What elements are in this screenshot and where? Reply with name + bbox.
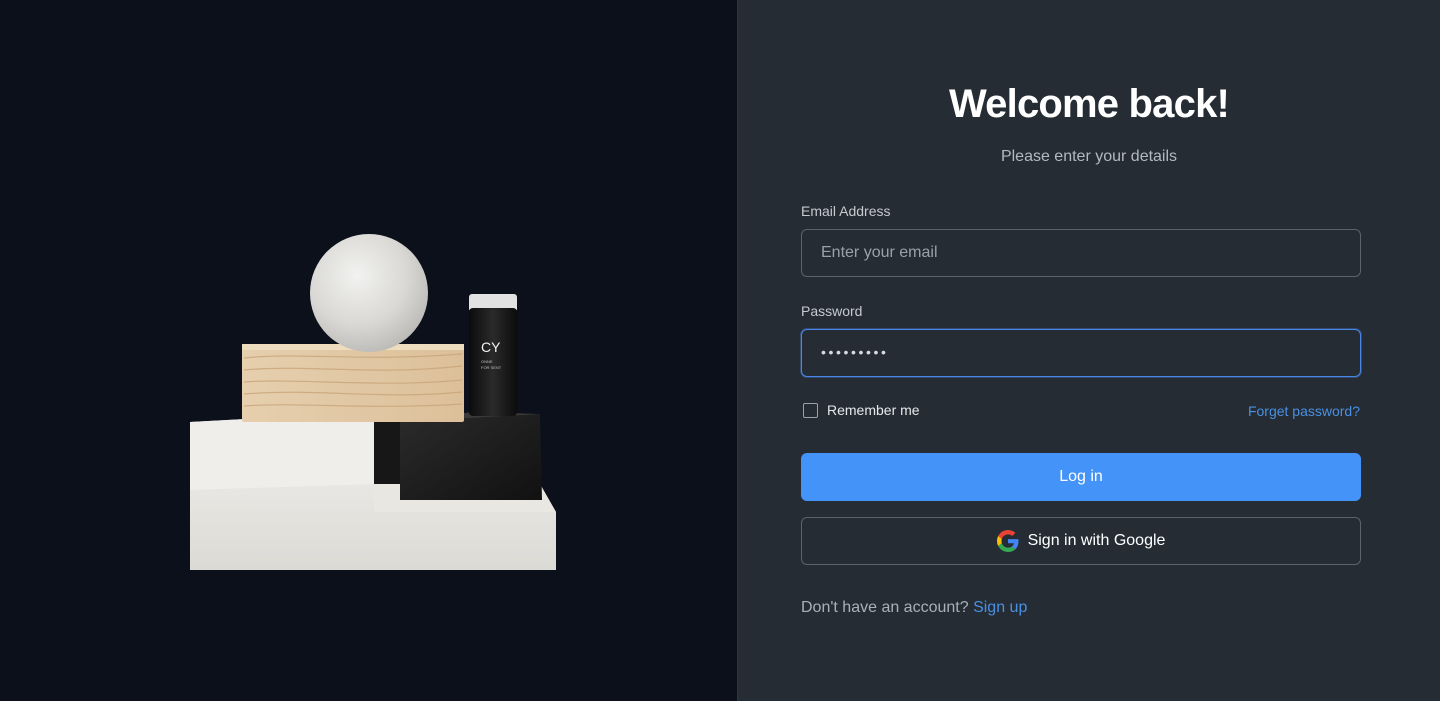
login-page: CY ONNE FOR SENT Welcome back! Please en… — [0, 0, 1440, 701]
page-subtitle: Please enter your details — [1000, 148, 1178, 165]
signup-row: Don't have an account? Sign up — [801, 599, 1027, 617]
bottle-small-text-1: ONNE — [481, 359, 493, 364]
forgot-password-link[interactable]: Forget password? — [1248, 403, 1360, 419]
bottle-brand-text: CY — [481, 339, 501, 355]
email-label: Email Address — [801, 203, 891, 219]
google-icon — [996, 530, 1019, 552]
google-button-label: Sign in with Google — [1027, 532, 1166, 549]
checkbox-icon[interactable] — [803, 402, 818, 418]
email-input[interactable] — [801, 229, 1361, 277]
page-title: Welcome back! — [948, 82, 1230, 126]
bottle-small-text-2: FOR SENT — [481, 365, 502, 370]
hero-panel: CY ONNE FOR SENT — [0, 0, 737, 701]
google-signin-button[interactable]: Sign in with Google — [801, 517, 1361, 565]
login-button[interactable]: Log in — [801, 453, 1361, 501]
password-label: Password — [801, 303, 863, 319]
password-input[interactable] — [801, 329, 1361, 377]
product-sculpture-image: CY ONNE FOR SENT — [190, 234, 556, 570]
login-panel: Welcome back! Please enter your details … — [737, 0, 1440, 701]
remember-me-label: Remember me — [827, 402, 920, 418]
signup-prompt: Don't have an account? — [801, 599, 969, 616]
signup-link[interactable]: Sign up — [973, 599, 1027, 616]
remember-me-toggle[interactable]: Remember me — [803, 402, 920, 418]
